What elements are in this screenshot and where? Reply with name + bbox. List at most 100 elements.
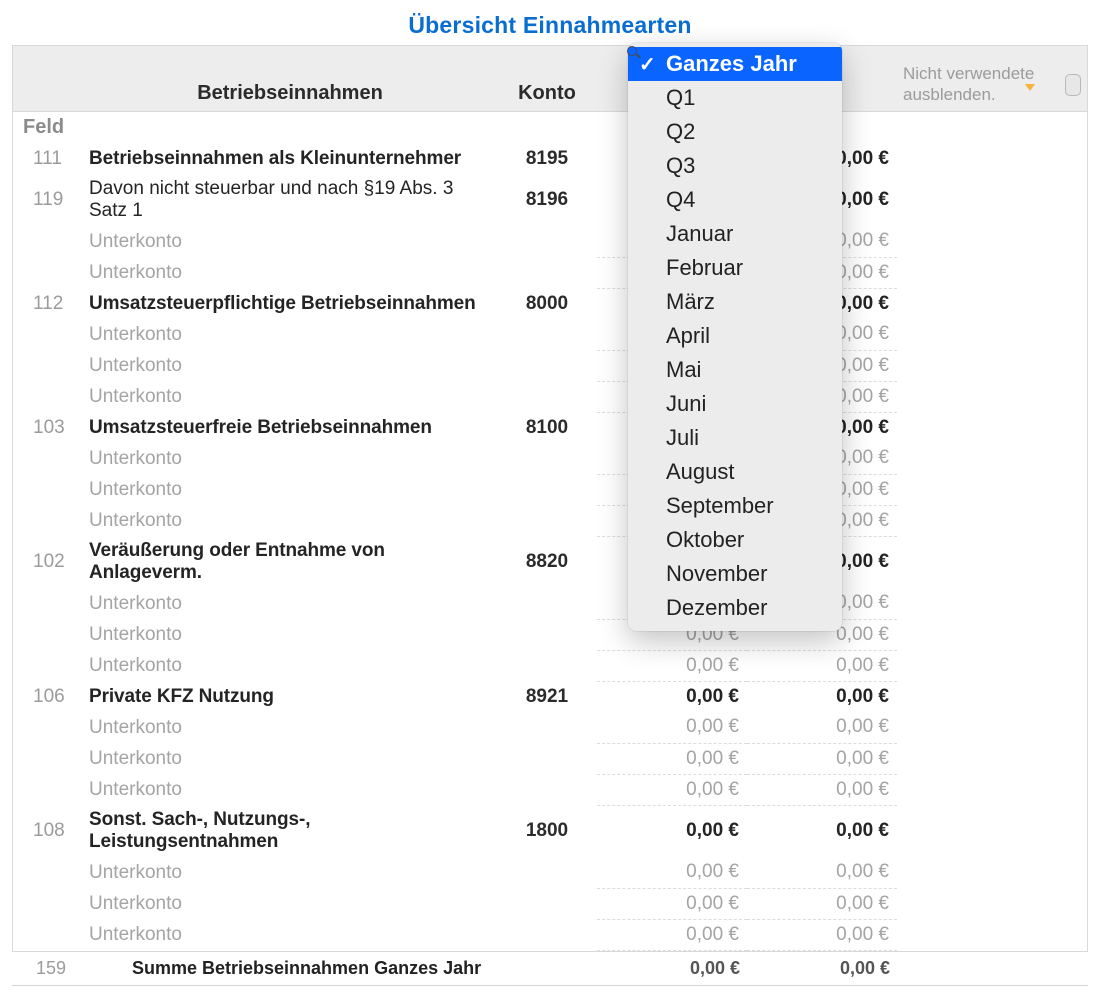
cell-feld [13,919,83,950]
cell-konto [497,474,597,505]
account-row[interactable]: 119Davon nicht steuerbar und nach §19 Ab… [13,174,1087,226]
cell-konto: 8195 [497,143,597,174]
feld-label: Feld [13,112,83,143]
cell-bez[interactable]: Unterkonto [83,888,497,919]
cell-bez: Sonst. Sach-, Nutzungs-, Leistungsentnah… [83,805,497,857]
cell-bez: Umsatzsteuerfreie Betriebseinnahmen [83,412,497,443]
period-option[interactable]: Ganzes Jahr [628,47,842,81]
subaccount-row[interactable]: Unterkonto0,00 €0,00 € [13,381,1087,412]
period-option[interactable]: Q3 [628,149,842,183]
cell-bez[interactable]: Unterkonto [83,588,497,619]
subaccount-row[interactable]: Unterkonto0,00 €0,00 € [13,443,1087,474]
col-konto[interactable]: Konto [497,82,597,105]
subaccount-row[interactable]: Unterkonto 0,00 €0,00 € [13,857,1087,888]
cell-ust: 0,00 € [747,712,897,743]
cell-bez[interactable]: Unterkonto [83,619,497,650]
cell-bez[interactable]: Unterkonto [83,857,497,888]
cell-bez[interactable]: Unterkonto [83,257,497,288]
cell-feld [13,588,83,619]
subaccount-row[interactable]: Unterkonto0,00 €0,00 € [13,350,1087,381]
cell-bez[interactable]: Unterkonto [83,319,497,350]
cell-bez[interactable]: Unterkonto [83,650,497,681]
cell-feld [13,443,83,474]
cell-bez: Davon nicht steuerbar und nach §19 Abs. … [83,174,497,226]
period-option[interactable]: Q2 [628,115,842,149]
account-row[interactable]: 112Umsatzsteuerpflichtige Betriebseinnah… [13,288,1087,319]
period-option[interactable]: März [628,285,842,319]
cell-konto: 8100 [497,412,597,443]
cell-feld [13,257,83,288]
period-option[interactable]: Juli [628,421,842,455]
cell-brutto: 0,00 € [597,712,747,743]
period-option[interactable]: Q1 [628,81,842,115]
cell-brutto: 0,00 € [597,857,747,888]
cell-feld [13,226,83,257]
cell-feld: 103 [13,412,83,443]
subaccount-row[interactable]: Unterkonto0,00 €0,00 € [13,650,1087,681]
subaccount-row[interactable]: Unterkonto0,00 €0,00 € [13,774,1087,805]
period-option[interactable]: April [628,319,842,353]
cell-bez[interactable]: Unterkonto [83,774,497,805]
subaccount-row[interactable]: Unterkonto0,00 €0,00 € [13,588,1087,619]
subaccount-row[interactable]: Unterkonto0,00 €0,00 € [13,505,1087,536]
period-dropdown[interactable]: Ganzes JahrQ1Q2Q3Q4JanuarFebruarMärzApri… [628,43,842,631]
period-option[interactable]: Dezember [628,591,842,625]
subaccount-row[interactable]: Unterkonto0,00 €0,00 € [13,226,1087,257]
footer-feld: 159 [12,958,132,979]
footer-brutto: 0,00 € [598,958,748,979]
cell-konto: 8000 [497,288,597,319]
cell-ust: 0,00 € [747,743,897,774]
cell-ust: 0,00 € [747,857,897,888]
cell-feld [13,619,83,650]
cell-feld [13,505,83,536]
cell-bez[interactable]: Unterkonto [83,474,497,505]
cell-konto [497,712,597,743]
cell-ust: 0,00 € [747,650,897,681]
cell-konto [497,650,597,681]
cell-bez[interactable]: Unterkonto [83,743,497,774]
account-row[interactable]: 102Veräußerung oder Entnahme von Anlagev… [13,536,1087,588]
cell-konto [497,919,597,950]
cell-bez[interactable]: Unterkonto [83,712,497,743]
subaccount-row[interactable]: Unterkonto0,00 €0,00 € [13,888,1087,919]
period-option[interactable]: August [628,455,842,489]
period-option[interactable]: Februar [628,251,842,285]
subaccount-row[interactable]: Unterkonto0,00 €0,00 € [13,319,1087,350]
cell-bez: Betriebseinnahmen als Kleinunternehmer [83,143,497,174]
cell-feld [13,712,83,743]
subaccount-row[interactable]: Unterkonto0,00 €0,00 € [13,919,1087,950]
period-option[interactable]: September [628,489,842,523]
subaccount-row[interactable]: Unterkonto0,00 €0,00 € [13,474,1087,505]
subaccount-row[interactable]: Unterkonto 0,00 €0,00 € [13,712,1087,743]
period-option[interactable]: Mai [628,353,842,387]
cell-konto [497,857,597,888]
cell-konto [497,381,597,412]
cell-konto [497,226,597,257]
cell-bez[interactable]: Unterkonto [83,919,497,950]
cell-bez[interactable]: Unterkonto [83,505,497,536]
col-bez[interactable]: Betriebseinnahmen [83,82,497,105]
cell-bez[interactable]: Unterkonto [83,350,497,381]
table-header: Betriebseinnahmen Konto USt Nicht verwen… [13,46,1087,112]
cell-bez[interactable]: Unterkonto [83,443,497,474]
account-row[interactable]: 108Sonst. Sach-, Nutzungs-, Leistungsent… [13,805,1087,857]
period-option[interactable]: Juni [628,387,842,421]
footer-bez: Summe Betriebseinnahmen Ganzes Jahr [132,958,498,979]
period-option[interactable]: Oktober [628,523,842,557]
subaccount-row[interactable]: Unterkonto0,00 €0,00 € [13,743,1087,774]
cell-bez[interactable]: Unterkonto [83,381,497,412]
period-option[interactable]: Q4 [628,183,842,217]
subaccount-row[interactable]: Unterkonto0,00 €0,00 € [13,257,1087,288]
period-option[interactable]: Januar [628,217,842,251]
account-row[interactable]: 106Private KFZ Nutzung89210,00 €0,00 € [13,681,1087,712]
subaccount-row[interactable]: Unterkonto0,00 €0,00 € [13,619,1087,650]
cell-bez[interactable]: Unterkonto [83,226,497,257]
period-option[interactable]: November [628,557,842,591]
account-row[interactable]: 103Umsatzsteuerfreie Betriebseinnahmen81… [13,412,1087,443]
cell-konto [497,588,597,619]
account-row[interactable]: 111Betriebseinnahmen als Kleinunternehme… [13,143,1087,174]
hide-unused-checkbox[interactable] [1065,74,1081,96]
cell-brutto: 0,00 € [597,805,747,857]
page-title: Übersicht Einnahmearten [12,12,1088,39]
cell-konto [497,774,597,805]
